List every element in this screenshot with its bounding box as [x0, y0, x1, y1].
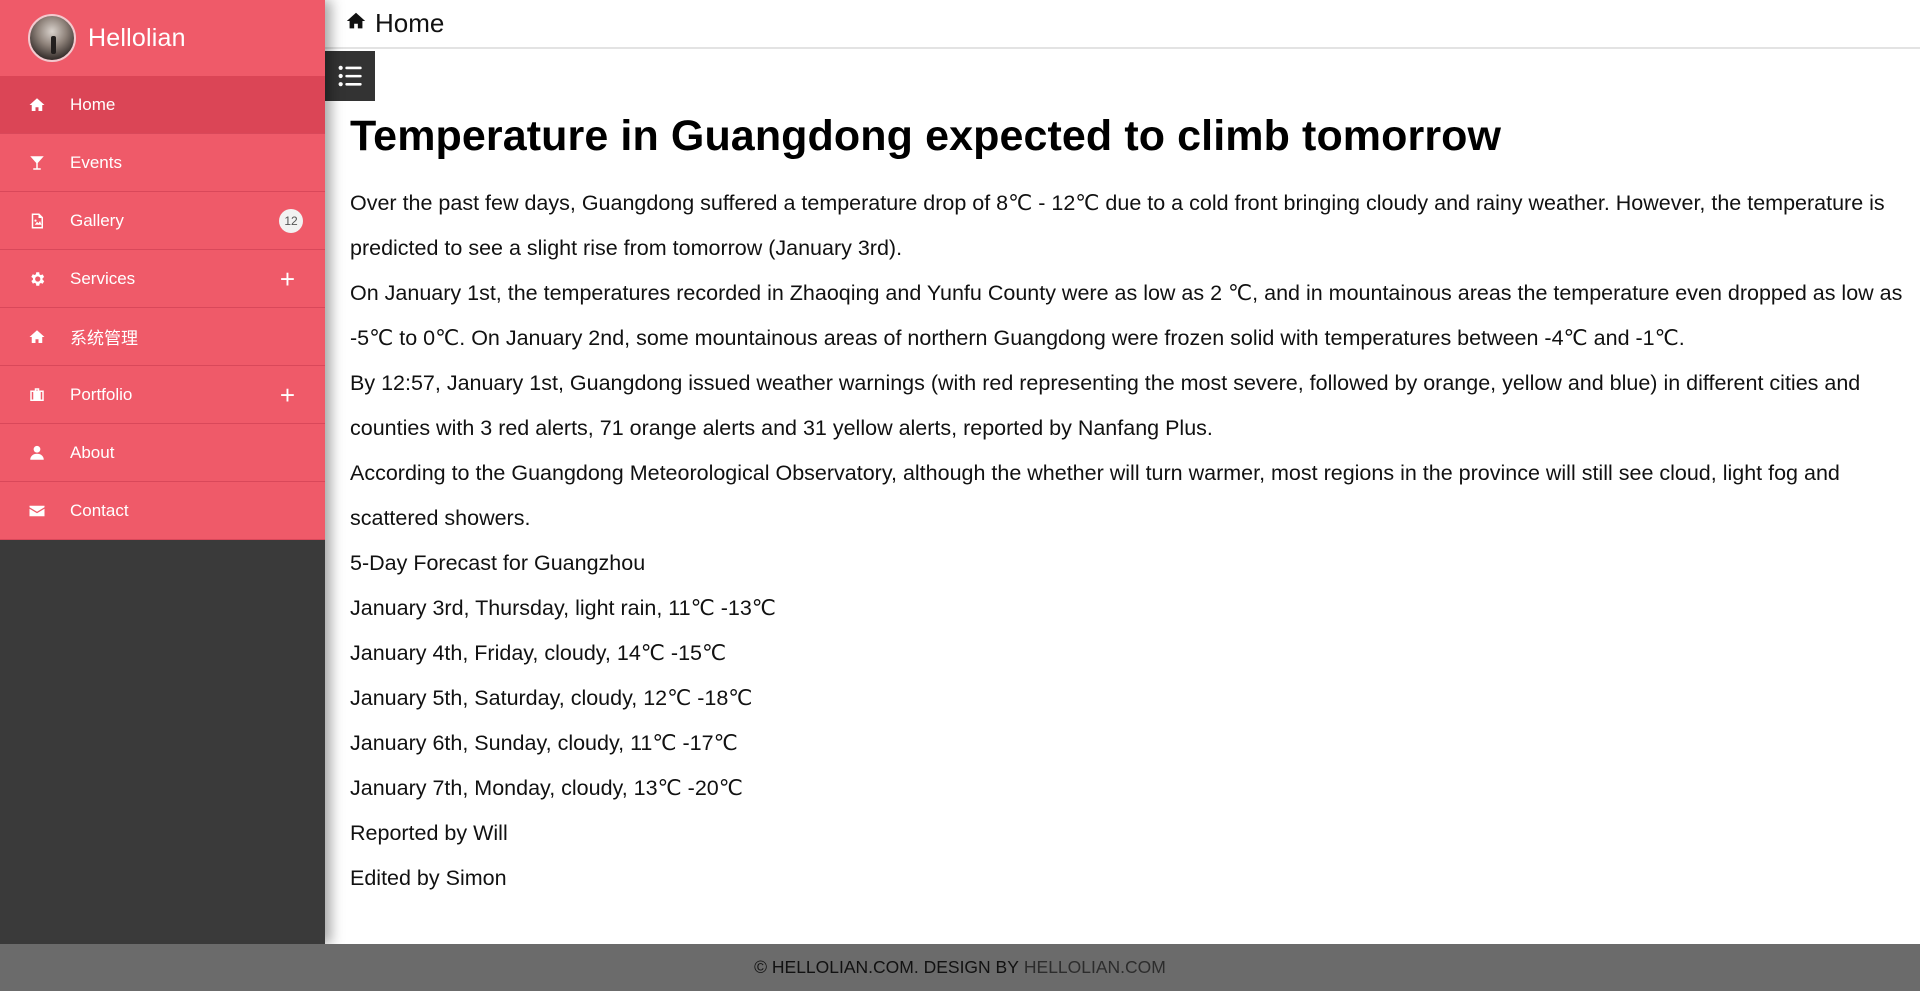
- sidebar-item-label: Gallery: [70, 210, 124, 230]
- sidebar-nav: Home Events Gallery 12 Services + 系统管理 P…: [0, 76, 325, 540]
- forecast-heading: 5-Day Forecast for Guangzhou: [350, 551, 646, 575]
- user-icon: [27, 443, 47, 463]
- glass-icon: [27, 153, 47, 173]
- sidebar-item-system-admin[interactable]: 系统管理: [0, 308, 325, 366]
- sidebar: Hellolian Home Events Gallery 12 Service…: [0, 0, 325, 944]
- page-title: Home: [375, 8, 445, 38]
- sidebar-item-label: Portfolio: [70, 384, 133, 404]
- avatar: [28, 14, 76, 62]
- forecast-day: January 4th, Friday, cloudy, 14℃ -15℃: [350, 641, 727, 665]
- sidebar-item-label: About: [70, 442, 115, 462]
- gallery-count-badge: 12: [279, 208, 303, 233]
- menu-toggle-button[interactable]: [325, 51, 375, 101]
- home-icon: [27, 95, 47, 115]
- sidebar-item-home[interactable]: Home: [0, 76, 325, 134]
- sidebar-item-label: Contact: [70, 500, 129, 520]
- envelope-icon: [27, 501, 47, 521]
- article-paragraph: Over the past few days, Guangdong suffer…: [350, 191, 1885, 260]
- sidebar-item-label: 系统管理: [70, 329, 138, 348]
- forecast-day: January 6th, Sunday, cloudy, 11℃ -17℃: [350, 731, 738, 755]
- gear-icon: [27, 269, 47, 289]
- article-title: Temperature in Guangdong expected to cli…: [350, 112, 1502, 160]
- sidebar-item-services[interactable]: Services +: [0, 250, 325, 308]
- brand[interactable]: Hellolian: [0, 0, 325, 76]
- article-paragraph: By 12:57, January 1st, Guangdong issued …: [350, 371, 1861, 440]
- sidebar-item-about[interactable]: About: [0, 424, 325, 482]
- article-paragraph: According to the Guangdong Meteorologica…: [350, 461, 1840, 530]
- article-paragraph: On January 1st, the temperatures recorde…: [350, 281, 1903, 350]
- editor-credit: Edited by Simon: [350, 866, 507, 890]
- home-icon: [345, 10, 367, 37]
- briefcase-icon: [27, 385, 47, 405]
- picture-icon: [27, 211, 47, 231]
- top-bar: Home: [325, 0, 1920, 49]
- sidebar-item-gallery[interactable]: Gallery 12: [0, 192, 325, 250]
- brand-name: Hellolian: [88, 23, 186, 52]
- expand-icon[interactable]: +: [280, 382, 295, 408]
- sidebar-item-label: Events: [70, 152, 122, 172]
- list-icon: [338, 65, 362, 87]
- footer-link[interactable]: HELLOLIAN.COM: [1024, 957, 1166, 978]
- forecast-day: January 7th, Monday, cloudy, 13℃ -20℃: [350, 776, 743, 800]
- sidebar-item-portfolio[interactable]: Portfolio +: [0, 366, 325, 424]
- home-icon: [27, 327, 47, 347]
- sidebar-item-label: Home: [70, 94, 116, 114]
- footer-copyright: © HELLOLIAN.COM. DESIGN BY: [754, 957, 1019, 977]
- reporter-credit: Reported by Will: [350, 821, 508, 845]
- sidebar-item-label: Services: [70, 268, 136, 288]
- footer: © HELLOLIAN.COM. DESIGN BY HELLOLIAN.COM: [0, 944, 1920, 991]
- sidebar-item-events[interactable]: Events: [0, 134, 325, 192]
- expand-icon[interactable]: +: [280, 266, 295, 292]
- article: Temperature in Guangdong expected to cli…: [350, 112, 1912, 901]
- forecast-day: January 5th, Saturday, cloudy, 12℃ -18℃: [350, 686, 753, 710]
- sidebar-item-contact[interactable]: Contact: [0, 482, 325, 540]
- forecast-day: January 3rd, Thursday, light rain, 11℃ -…: [350, 596, 776, 620]
